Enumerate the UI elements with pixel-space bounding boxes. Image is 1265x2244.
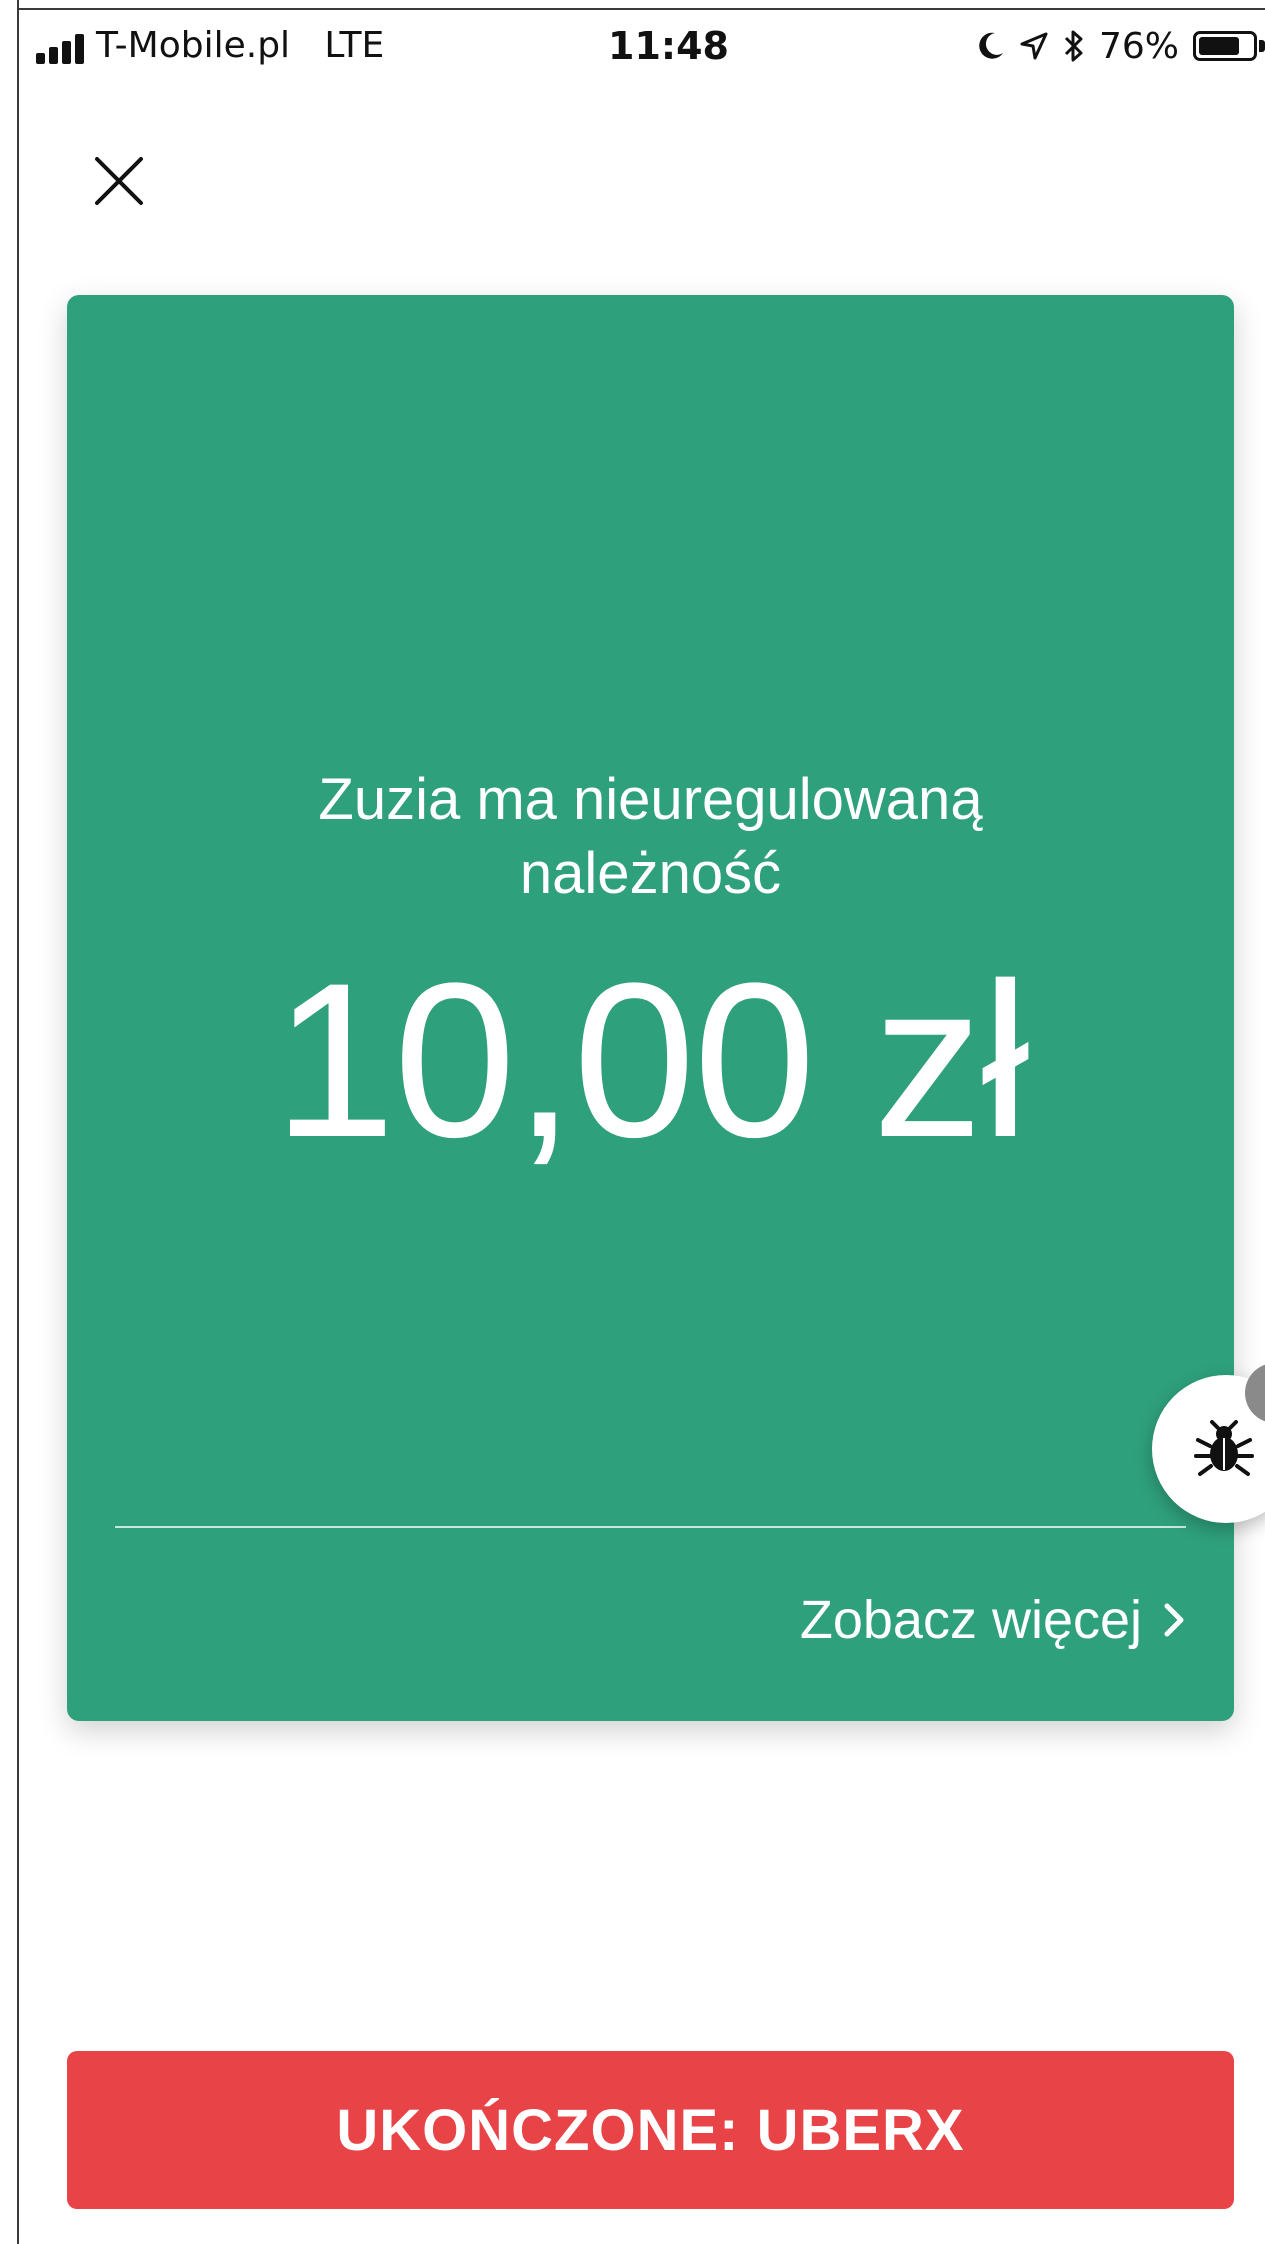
- see-more-label: Zobacz więcej: [799, 1590, 1142, 1650]
- battery-percent: 76%: [1098, 25, 1179, 67]
- see-more-link[interactable]: Zobacz więcej: [800, 1585, 1186, 1655]
- outstanding-balance-card: Zuzia ma nieuregulowaną należność 10,00 …: [67, 295, 1234, 1721]
- battery-nub: [1259, 40, 1265, 52]
- network-type: LTE: [324, 25, 385, 66]
- balance-message: Zuzia ma nieuregulowaną należność: [318, 767, 983, 906]
- frame-left-border: [17, 0, 19, 2244]
- carrier-info: T-Mobile.pl LTE: [96, 24, 384, 68]
- balance-amount: 10,00 zł: [273, 937, 1030, 1183]
- battery-icon: [1193, 31, 1257, 61]
- bluetooth-icon: [1063, 29, 1085, 63]
- carrier-name: T-Mobile.pl: [96, 25, 291, 66]
- status-bar: T-Mobile.pl LTE 11:48 76%: [19, 10, 1265, 78]
- location-arrow-icon: [1019, 31, 1049, 61]
- trip-completed-button[interactable]: UKOŃCZONE: UBERX: [67, 2051, 1234, 2209]
- clock: 11:48: [608, 24, 729, 68]
- status-right-group: 76%: [977, 24, 1265, 68]
- bug-icon: [1194, 1420, 1254, 1476]
- battery-fill: [1199, 37, 1239, 55]
- card-divider: [115, 1526, 1186, 1528]
- moon-icon: [977, 31, 1005, 61]
- close-icon: [95, 157, 143, 205]
- chevron-right-icon: [1164, 1603, 1184, 1637]
- close-button[interactable]: [84, 146, 154, 216]
- signal-icon: [36, 34, 88, 64]
